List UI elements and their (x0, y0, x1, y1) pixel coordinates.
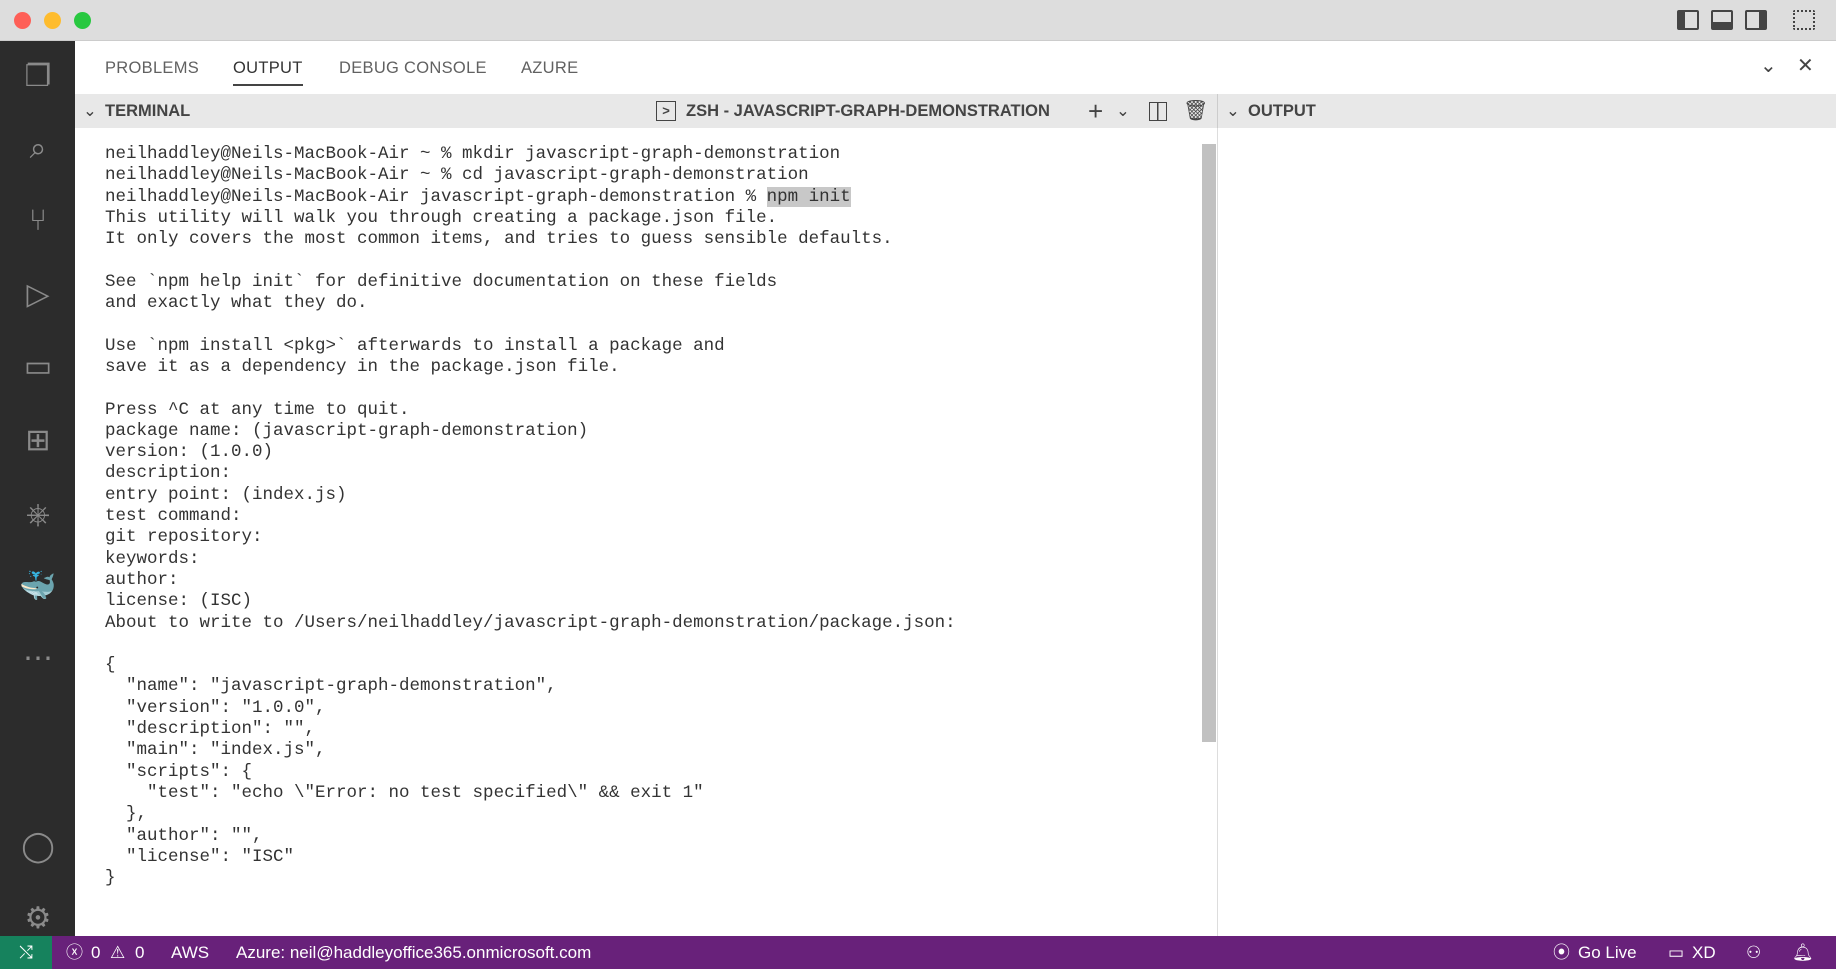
new-terminal-icon[interactable]: + (1088, 94, 1103, 128)
title-bar (0, 0, 1836, 41)
output-header: ⌄ OUTPUT (1217, 94, 1836, 128)
kubernetes-icon[interactable]: ⎈ (18, 495, 58, 535)
toggle-secondary-sidebar-icon[interactable] (1745, 10, 1767, 30)
panel-tabs: PROBLEMS OUTPUT DEBUG CONSOLE AZURE ⌄ ✕ (75, 41, 1836, 94)
maximize-window-button[interactable] (74, 12, 91, 29)
feedback-icon[interactable]: ⚇ (1746, 936, 1761, 969)
go-live-button[interactable]: Go Live (1578, 936, 1637, 969)
extensions-icon[interactable]: ⊞ (18, 421, 58, 461)
split-terminal-icon[interactable] (1149, 102, 1167, 121)
output-title: OUTPUT (1248, 102, 1316, 120)
source-control-icon[interactable]: ⑂ (18, 201, 58, 241)
warnings-count[interactable]: 0 (135, 936, 144, 969)
terminal-header: ⌄ TERMINAL > ZSH - JAVASCRIPT-GRAPH-DEMO… (75, 94, 1217, 128)
aws-status[interactable]: AWS (171, 936, 209, 969)
minimize-window-button[interactable] (44, 12, 61, 29)
warnings-icon[interactable]: ⚠ (110, 936, 125, 969)
chevron-down-icon[interactable]: ⌄ (1226, 94, 1240, 128)
search-icon[interactable]: ⌕ (18, 129, 58, 169)
more-icon[interactable]: ⋯ (18, 639, 58, 679)
terminal-lines: neilhaddley@Neils-MacBook-Air ~ % mkdir … (105, 144, 841, 207)
run-debug-icon[interactable]: ▷ (18, 275, 58, 315)
azure-account[interactable]: Azure: neil@haddleyoffice365.onmicrosoft… (236, 936, 591, 969)
terminal-pane[interactable]: neilhaddley@Neils-MacBook-Air ~ % mkdir … (75, 128, 1217, 936)
explorer-icon[interactable]: ❐ (18, 57, 58, 97)
output-pane (1217, 128, 1836, 936)
account-icon[interactable]: ◯ (18, 827, 58, 867)
settings-gear-icon[interactable]: ⚙ (18, 899, 58, 939)
xd-window-icon[interactable]: ▭ (1668, 936, 1684, 969)
terminal-scrollbar[interactable] (1202, 144, 1216, 742)
tab-output[interactable]: OUTPUT (233, 59, 303, 86)
errors-icon[interactable]: ⓧ (66, 936, 83, 969)
kill-terminal-trash-icon[interactable]: 🗑 (1183, 94, 1208, 128)
xd-status[interactable]: XD (1692, 936, 1716, 969)
customize-layout-icon[interactable] (1793, 10, 1815, 30)
selected-command: npm init (766, 186, 851, 207)
terminal-title: TERMINAL (105, 102, 191, 120)
notifications-bell-icon[interactable]: 🔔︎ (1792, 936, 1814, 969)
activity-bar: ❐ ⌕ ⑂ ▷ ▭ ⊞ ⎈ 🐳 ⋯ ◯ ⚙ (0, 41, 75, 936)
terminal-dropdown-icon[interactable]: ⌄ (1116, 94, 1130, 128)
status-bar: ⤭ ⓧ 0 ⚠ 0 AWS Azure: neil@haddleyoffice3… (0, 936, 1836, 969)
tab-azure[interactable]: AZURE (521, 59, 578, 78)
tab-debug-console[interactable]: DEBUG CONSOLE (339, 59, 487, 78)
tab-problems[interactable]: PROBLEMS (105, 59, 199, 78)
remote-explorer-icon[interactable]: ▭ (18, 347, 58, 387)
broadcast-icon[interactable]: ⦿ (1553, 936, 1570, 969)
docker-icon[interactable]: 🐳 (18, 567, 58, 607)
collapse-panel-icon[interactable]: ⌄ (1760, 53, 1777, 78)
close-window-button[interactable] (14, 12, 31, 29)
remote-indicator-icon[interactable]: ⤭ (0, 936, 52, 969)
toggle-primary-sidebar-icon[interactable] (1677, 10, 1699, 30)
close-panel-icon[interactable]: ✕ (1797, 53, 1814, 78)
toggle-panel-icon[interactable] (1711, 10, 1733, 30)
terminal-lines: This utility will walk you through creat… (105, 207, 956, 889)
terminal-output: neilhaddley@Neils-MacBook-Air ~ % mkdir … (105, 144, 956, 889)
errors-count[interactable]: 0 (91, 936, 100, 969)
chevron-down-icon[interactable]: ⌄ (83, 94, 97, 128)
terminal-session-label[interactable]: ZSH - JAVASCRIPT-GRAPH-DEMONSTRATION (686, 94, 1050, 128)
terminal-shell-icon: > (656, 101, 676, 121)
